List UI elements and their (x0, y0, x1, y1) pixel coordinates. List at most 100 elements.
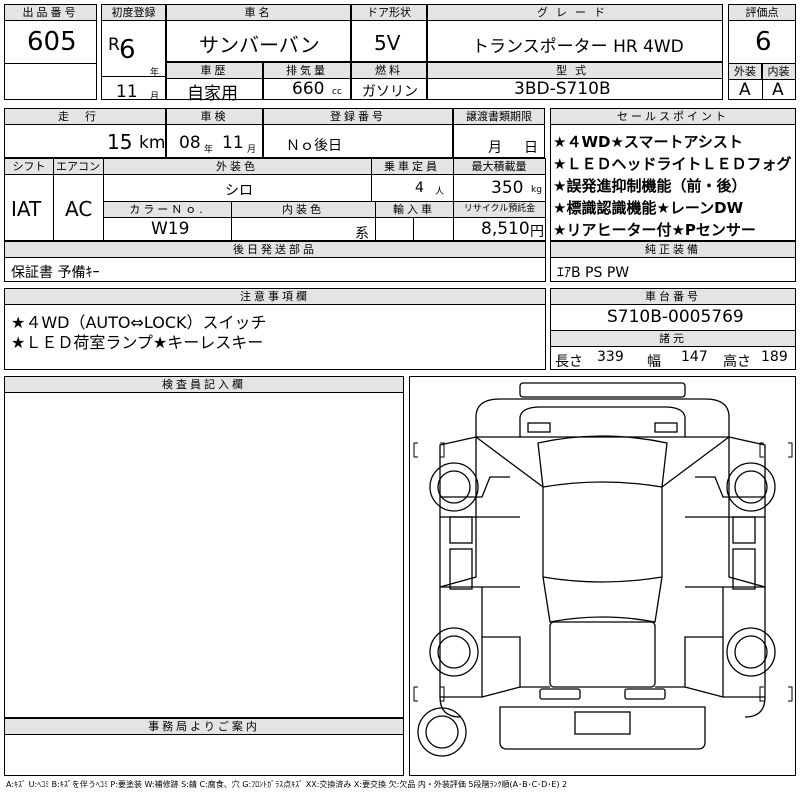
int-color-suffix: 系 (355, 226, 369, 242)
mileage-unit: km (139, 133, 166, 153)
notes-line: ★ＬＥＤ荷室ランプ★キーレスキー (11, 333, 264, 352)
inspection-label: 車検 (167, 109, 262, 125)
ext-color-value: シロ (225, 183, 253, 199)
transfer-label: 譲渡書類期限 (454, 109, 544, 125)
first-reg-month: 11 (116, 82, 138, 102)
first-reg-label: 初度登録 (102, 5, 165, 21)
max-load-unit: kg (531, 185, 542, 195)
inspection-year: 08 (179, 133, 201, 153)
int-color-label: 内装色 (231, 202, 375, 218)
color-no-value: W19 (151, 219, 190, 239)
history-label: 車歴 (167, 63, 262, 79)
fuel-box: 燃料 ガソリン (351, 62, 427, 100)
inspection-month: 11 (222, 133, 244, 153)
history-value: 自家用 (187, 84, 238, 104)
inspection-box: 車検 08 年 11 月 (166, 108, 263, 158)
max-load-value: 350 (491, 178, 524, 198)
first-reg-year: 6 (119, 35, 136, 65)
sales-point-item: ★ＬＥＤヘッドライトＬＥＤフォグ (553, 155, 792, 173)
capacity-value: 4 (415, 180, 424, 196)
notes-label: 注意事項欄 (5, 289, 545, 305)
sales-point-item: ★リアヒーター付★Pセンサー (553, 221, 756, 239)
registration-box: 登録番号 Ｎｏ後日 (263, 108, 453, 158)
first-reg-box: 初度登録 R 6 年 11 月 (101, 4, 166, 102)
length-label: 長さ (555, 354, 583, 370)
inspection-month-unit: 月 (247, 145, 257, 155)
equipment-box: 純正装備 ｴｱB PS PW (550, 241, 796, 282)
height-label: 高さ (723, 354, 751, 370)
score-label: 評価点 (729, 5, 795, 21)
inspection-year-unit: 年 (204, 145, 214, 155)
ext-color-label: 外装色 (103, 159, 371, 175)
chassis-box: 車台番号 S710B-0005769 諸元 長さ 339 幅 147 高さ 18… (550, 288, 796, 370)
grade-value: トランスポーター HR 4WD (472, 37, 684, 57)
office-box: 事務局よりご案内 (4, 718, 404, 776)
notes-box: 注意事項欄 ★４WD（AUTO⇔LOCK）スイッチ ★ＬＥＤ荷室ランプ★キーレス… (4, 288, 546, 370)
transfer-box: 譲渡書類期限 月 日 (453, 108, 545, 158)
inspector-label: 検査員記入欄 (5, 377, 403, 393)
history-box: 車歴 自家用 (166, 62, 263, 104)
color-no-label: カラーＮｏ. (104, 202, 231, 218)
legend-text: A:ｷｽﾞ U:ﾍｺﾐ B:ｷｽﾞを伴うﾍｺﾐ P:要塗装 W:補修跡 S:錆 … (6, 780, 568, 789)
displacement-label: 排気量 (264, 63, 350, 79)
equipment-value: ｴｱB PS PW (557, 265, 630, 281)
sales-point-item: ★４WD★スマートアシスト (553, 133, 743, 151)
registration-label: 登録番号 (264, 109, 452, 125)
car-name-label: 車名 (167, 5, 350, 21)
car-name-box: 車名 サンバーバン (166, 4, 351, 62)
shift-value: IAT (11, 197, 42, 221)
capacity-label: 乗車定員 (371, 159, 453, 175)
interior-grade-value: A (772, 80, 784, 100)
model-code-label: 型式 (428, 63, 722, 79)
transfer-day-unit: 日 (524, 140, 538, 156)
displacement-box: 排気量 660 cc (263, 62, 351, 100)
car-name-value: サンバーバン (199, 33, 320, 57)
max-load-label: 最大積載量 (453, 159, 545, 175)
fuel-label: 燃料 (352, 63, 426, 79)
fuel-value: ガソリン (362, 84, 418, 100)
later-parts-box: 後日発送部品 保証書 予備ｷｰ (4, 241, 546, 282)
score-value: 6 (755, 27, 772, 57)
mileage-label: 走行 (5, 109, 165, 125)
mileage-box: 走行 15 km (4, 108, 166, 158)
chassis-label: 車台番号 (551, 289, 795, 305)
width-label: 幅 (647, 354, 661, 370)
dims-label: 諸元 (551, 331, 795, 347)
inspector-box: 検査員記入欄 (4, 376, 404, 718)
car-diagram (413, 382, 793, 757)
grade-box: グレード トランスポーター HR 4WD (427, 4, 723, 62)
height-value: 189 (761, 349, 788, 365)
mileage-value: 15 (107, 130, 133, 154)
equipment-label: 純正装備 (551, 242, 795, 258)
later-parts-value: 保証書 予備ｷｰ (11, 265, 100, 281)
model-code-box: 型式 3BD-S710B (427, 62, 723, 100)
grade-label: グレード (428, 5, 722, 21)
damage-diagram-box (409, 376, 796, 776)
exterior-grade-label: 外装 (729, 64, 762, 80)
first-reg-month-unit: 月 (150, 92, 160, 102)
lot-label: 出品番号 (5, 5, 96, 21)
lot-box: 出品番号 605 (4, 4, 97, 100)
recycle-unit: 円 (530, 224, 544, 240)
sales-points-label: セールスポイント (551, 109, 795, 125)
transfer-month-unit: 月 (488, 140, 502, 156)
shift-label: シフト (5, 159, 53, 175)
interior-grade-label: 内装 (762, 64, 795, 80)
sales-point-item: ★誤発進抑制機能（前・後） (553, 177, 747, 195)
door-box: ドア形状 5V (351, 4, 427, 62)
recycle-label: リサイクル預託金 (454, 202, 545, 218)
capacity-unit: 人 (435, 187, 445, 197)
lot-value: 605 (27, 27, 77, 57)
aircon-label: エアコン (53, 159, 103, 175)
sales-points-box: セールスポイント ★４WD★スマートアシスト ★ＬＥＤヘッドライトＬＥＤフォグ … (550, 108, 796, 241)
later-parts-label: 後日発送部品 (5, 242, 545, 258)
displacement-value: 660 (292, 79, 325, 99)
exterior-grade-value: A (739, 80, 751, 100)
chassis-value: S710B-0005769 (607, 307, 744, 327)
aircon-value: AC (65, 197, 93, 221)
recycle-value: 8,510 (481, 219, 530, 239)
registration-value: Ｎｏ後日 (286, 138, 342, 154)
spec-block: シフト エアコン 外装色 乗車定員 最大積載量 IAT AC シロ 4 人 35… (4, 158, 546, 242)
import-label: 輸入車 (375, 202, 453, 218)
door-label: ドア形状 (352, 5, 426, 21)
